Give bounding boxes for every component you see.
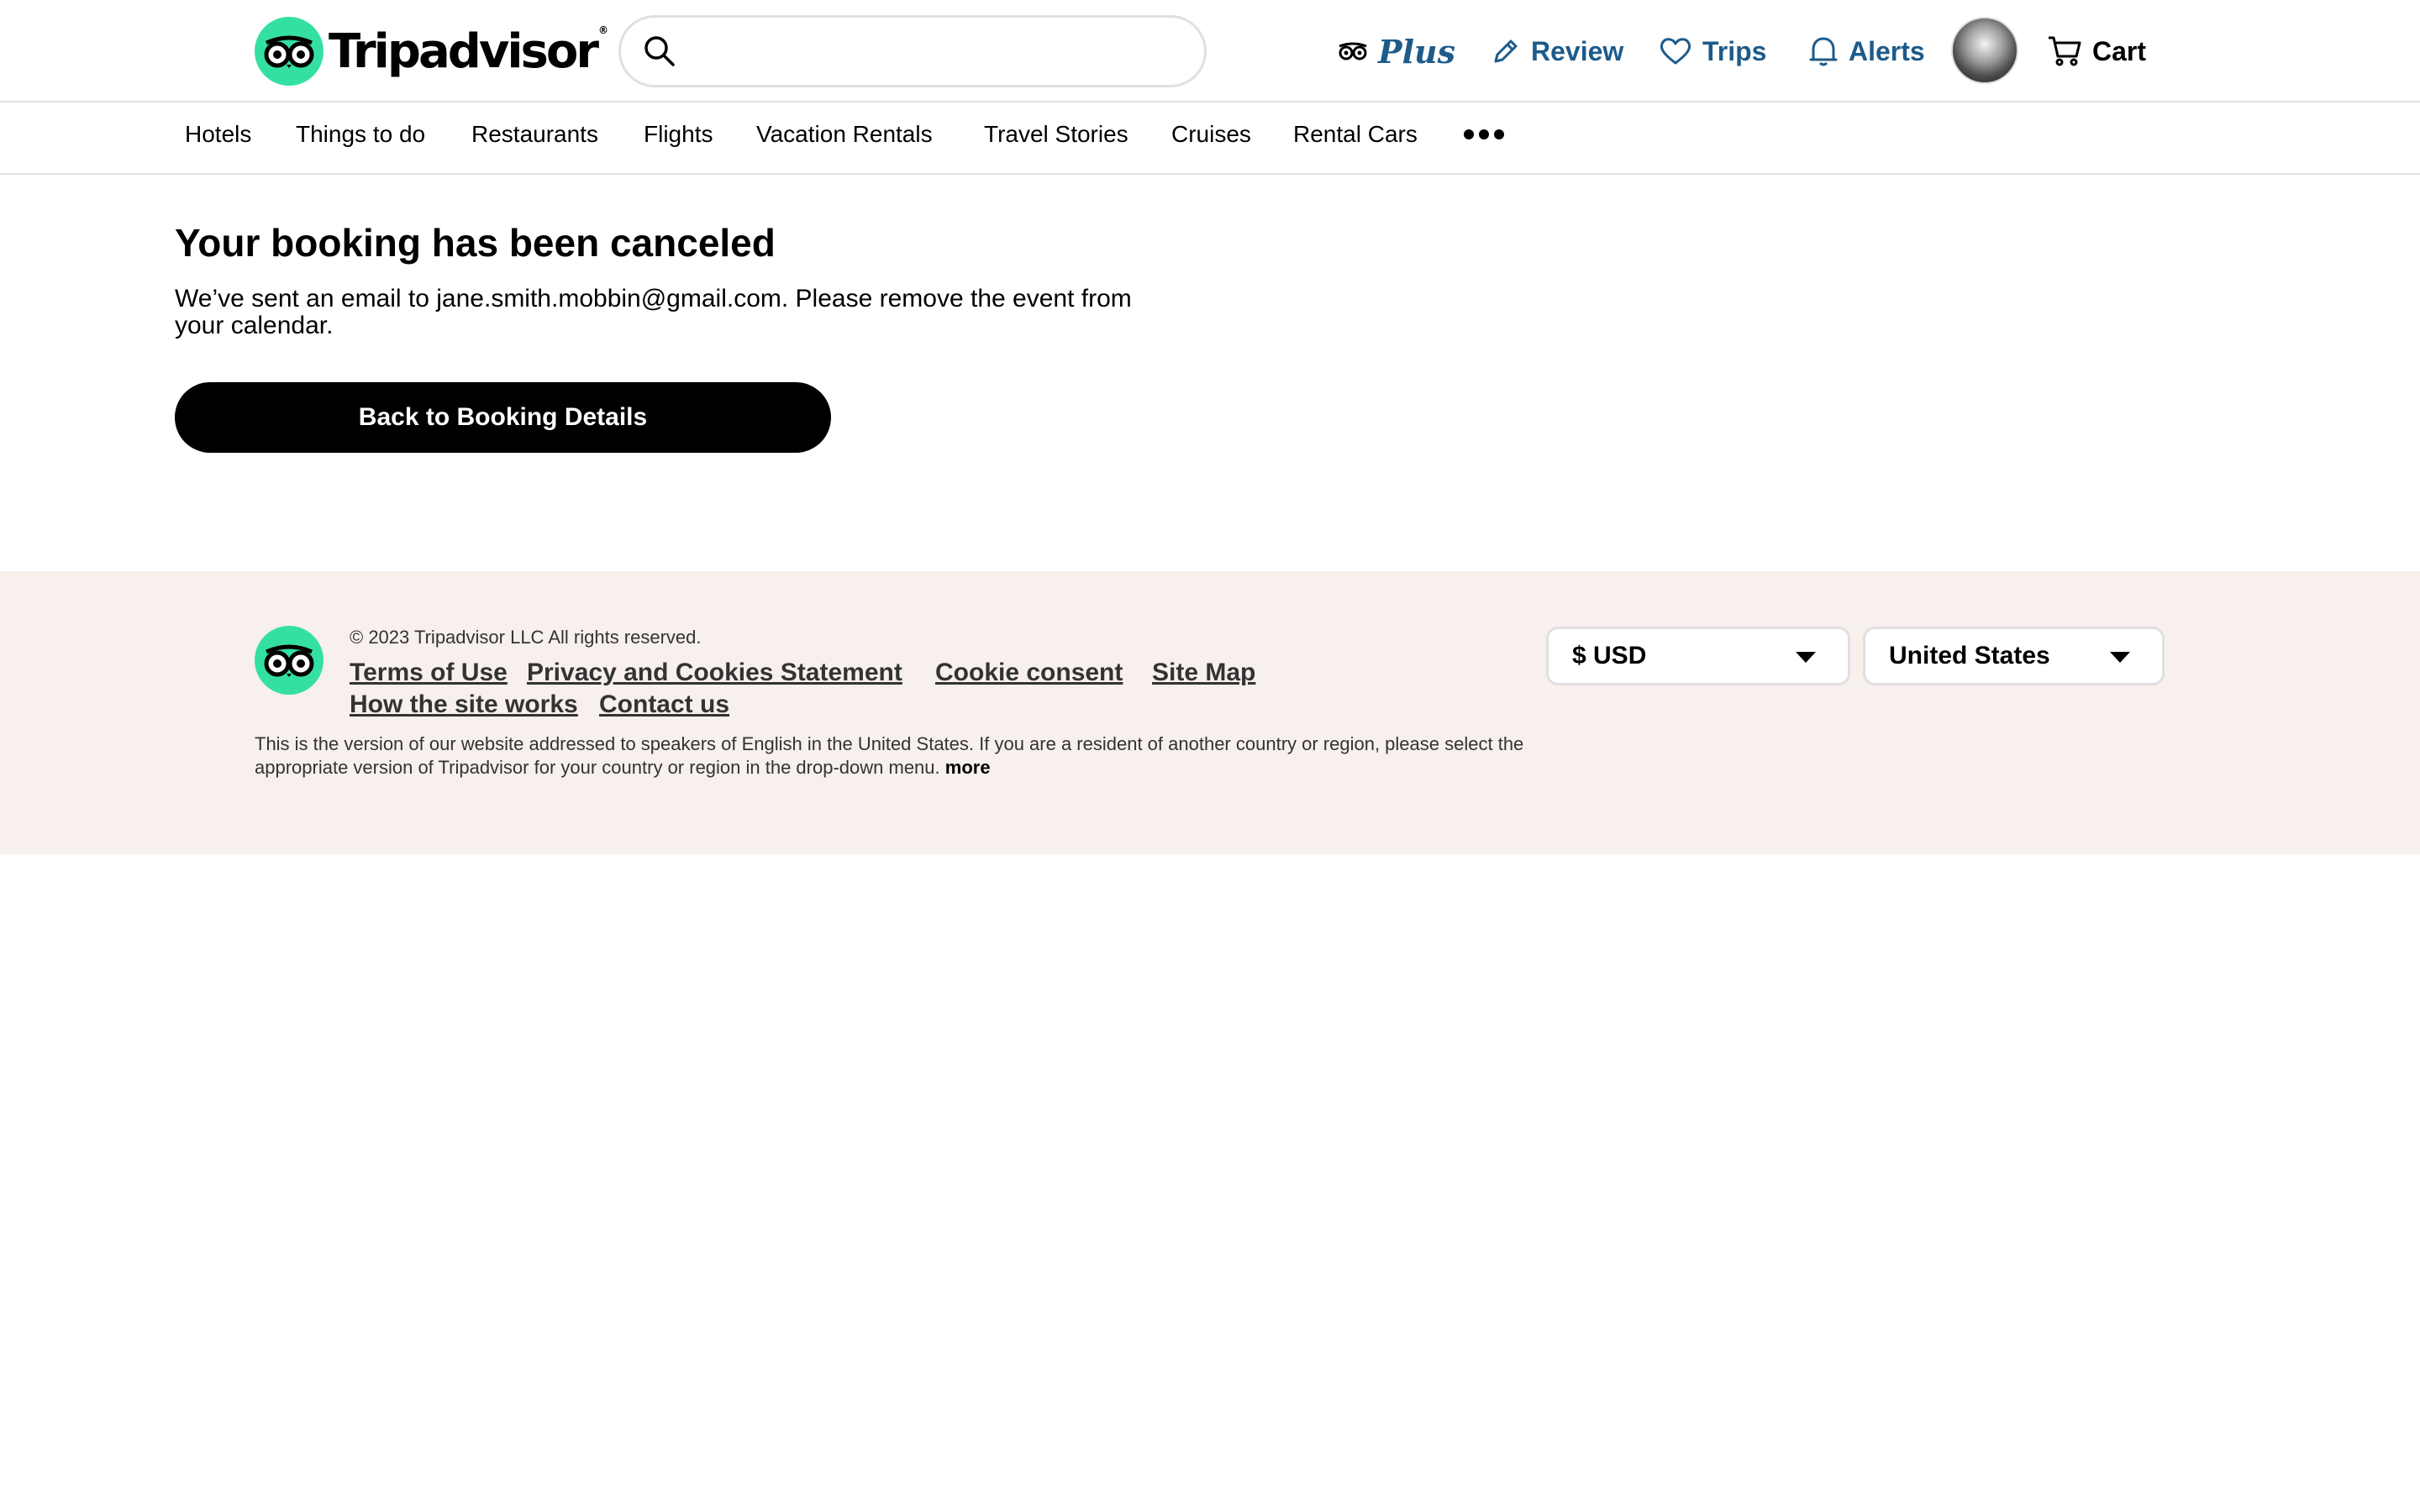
- back-to-booking-button[interactable]: Back to Booking Details: [175, 382, 831, 453]
- plus-label: Plus: [1378, 32, 1456, 71]
- chevron-down-icon: [2110, 652, 2130, 663]
- cancellation-message: We’ve sent an email to jane.smith.mobbin…: [175, 285, 1132, 339]
- nav-item-rental-cars[interactable]: Rental Cars: [1293, 121, 1418, 148]
- footer-link-site-map[interactable]: Site Map: [1152, 659, 1255, 687]
- pencil-icon: [1494, 39, 1518, 63]
- footer-link-cookie-consent[interactable]: Cookie consent: [935, 659, 1123, 687]
- owl-logo-icon: [255, 626, 324, 695]
- disclaimer-more-link[interactable]: more: [945, 757, 991, 778]
- copyright-text: © 2023 Tripadvisor LLC All rights reserv…: [350, 627, 702, 648]
- chevron-down-icon: [1796, 652, 1816, 663]
- currency-value: $ USD: [1572, 642, 1647, 669]
- nav-item-restaurants[interactable]: Restaurants: [471, 121, 598, 148]
- nav-item-hotels[interactable]: Hotels: [185, 121, 251, 148]
- avatar[interactable]: [1951, 17, 2018, 84]
- site-footer: © 2023 Tripadvisor LLC All rights reserv…: [0, 571, 2420, 854]
- owl-plus-icon: [1339, 42, 1367, 60]
- trips-label: Trips: [1702, 35, 1767, 66]
- bell-icon: [1809, 37, 1838, 66]
- nav-item-things-to-do[interactable]: Things to do: [296, 121, 425, 148]
- footer-link-privacy[interactable]: Privacy and Cookies Statement: [527, 659, 902, 687]
- cart-icon: [2049, 36, 2081, 66]
- alerts-label: Alerts: [1849, 35, 1925, 66]
- more-dots-icon[interactable]: [1464, 129, 1504, 139]
- heart-icon: [1660, 38, 1691, 65]
- region-select[interactable]: United States: [1863, 627, 2165, 685]
- footer-link-terms[interactable]: Terms of Use: [350, 659, 508, 687]
- currency-select[interactable]: $ USD: [1546, 627, 1850, 685]
- trips-link[interactable]: Trips: [1659, 20, 1766, 82]
- nav-item-cruises[interactable]: Cruises: [1171, 121, 1251, 148]
- page-title: Your booking has been canceled: [175, 221, 776, 265]
- nav-item-vacation-rentals[interactable]: Vacation Rentals: [756, 121, 933, 148]
- site-header: Tripadvisor Plus Review: [0, 0, 2420, 102]
- region-value: United States: [1889, 642, 2050, 669]
- plus-link[interactable]: Plus: [1338, 20, 1455, 82]
- footer-link-how-site-works[interactable]: How the site works: [350, 690, 578, 719]
- review-label: Review: [1531, 35, 1624, 66]
- nav-item-travel-stories[interactable]: Travel Stories: [984, 121, 1128, 148]
- region-disclaimer: This is the version of our website addre…: [255, 732, 1532, 780]
- header-actions: Plus Review Trips Alerts Cart: [0, 20, 2420, 82]
- cart-label: Cart: [2092, 35, 2147, 66]
- review-link[interactable]: Review: [1491, 20, 1623, 82]
- nav-item-flights[interactable]: Flights: [644, 121, 713, 148]
- footer-link-contact-us[interactable]: Contact us: [599, 690, 729, 719]
- alerts-link[interactable]: Alerts: [1808, 20, 1925, 82]
- disclaimer-text: This is the version of our website addre…: [255, 733, 1524, 778]
- category-nav: Hotels Things to do Restaurants Flights …: [0, 102, 2420, 175]
- cart-link[interactable]: Cart: [2047, 20, 2146, 82]
